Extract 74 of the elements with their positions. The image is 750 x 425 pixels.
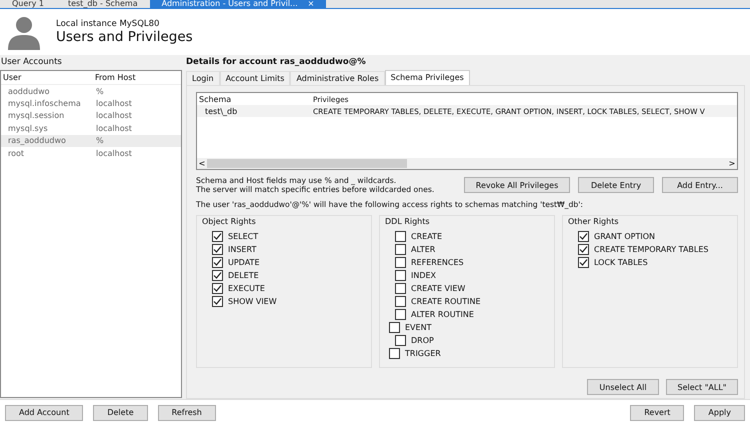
select-button[interactable]: Unselect All [587,379,659,395]
column-header[interactable]: User [1,73,91,82]
privilege-checkbox[interactable]: UPDATE [206,256,371,269]
user-silhouette-icon [6,14,42,50]
privilege-checkbox[interactable]: DROP [389,334,554,347]
checkbox[interactable] [395,270,406,281]
privilege-checkbox[interactable]: CREATE VIEW [389,282,554,295]
checkbox[interactable] [212,231,223,242]
checkbox[interactable] [395,257,406,268]
group-title: Object Rights [202,216,257,226]
entry-button[interactable]: Add Entry... [662,177,738,193]
privilege-checkbox[interactable]: GRANT OPTION [572,230,737,243]
column-header[interactable]: From Host [91,73,181,82]
section-label: User Accounts [0,56,63,69]
group-title: DDL Rights [385,216,431,226]
group-title: Other Rights [568,216,620,226]
entry-button[interactable]: Delete Entry [578,177,654,193]
account-button[interactable]: Add Account [5,404,84,420]
privilege-checkbox[interactable]: CREATE ROUTINE [389,295,554,308]
account-row[interactable]: ras_aoddudwo % [1,134,181,147]
tab[interactable]: Administrative Roles [290,71,385,85]
details-title: Details for account ras_aoddudwo@% [186,56,367,69]
checkbox[interactable] [212,257,223,268]
checkbox[interactable] [395,335,406,346]
checkbox[interactable] [578,257,589,268]
document-tab[interactable]: Query 1 [0,0,56,8]
account-row[interactable]: mysql.sys localhost [1,122,181,135]
privilege-checkbox[interactable]: SELECT [206,230,371,243]
checkbox[interactable] [395,231,406,242]
checkbox[interactable] [212,244,223,255]
footer-button[interactable]: Revert [630,404,684,420]
account-row[interactable]: root localhost [1,146,181,160]
checkbox[interactable] [395,296,406,307]
checkbox[interactable] [389,322,400,333]
privilege-checkbox[interactable]: ALTER ROUTINE [389,308,554,321]
select-button[interactable]: Select "ALL" [666,379,738,395]
privilege-checkbox[interactable]: DELETE [206,269,371,282]
account-row[interactable]: mysql.infoschema localhost [1,97,181,110]
horizontal-scrollbar[interactable]: < > [197,158,737,169]
privilege-checkbox[interactable]: SHOW VIEW [206,295,371,308]
close-icon[interactable]: × [308,0,314,8]
entry-button[interactable]: Revoke All Privileges [464,177,570,193]
document-tab[interactable]: Administration - Users and Privil... × [150,0,326,8]
tab[interactable]: Schema Privileges [384,70,470,85]
document-tab[interactable]: test_db - Schema [56,0,150,8]
privilege-checkbox[interactable]: EVENT [389,321,554,334]
checkbox[interactable] [395,244,406,255]
privilege-checkbox[interactable]: TRIGGER [389,347,554,360]
privilege-checkbox[interactable]: ALTER [389,243,554,256]
checkbox[interactable] [212,283,223,294]
privilege-checkbox[interactable]: EXECUTE [206,282,371,295]
privilege-checkbox[interactable]: INDEX [389,269,554,282]
checkbox[interactable] [578,244,589,255]
privilege-checkbox[interactable]: LOCK TABLES [572,256,737,269]
checkbox[interactable] [578,231,589,242]
privilege-checkbox[interactable]: INSERT [206,243,371,256]
checkbox[interactable] [212,270,223,281]
checkbox[interactable] [212,296,223,307]
checkbox[interactable] [395,309,406,320]
tab[interactable]: Login [186,71,220,85]
checkbox[interactable] [389,348,400,359]
account-button[interactable]: Delete [93,404,148,420]
privilege-checkbox[interactable]: CREATE TEMPORARY TABLES [572,243,737,256]
privilege-checkbox[interactable]: REFERENCES [389,256,554,269]
column-header[interactable]: Schema [197,94,307,104]
footer-button[interactable]: Apply [694,404,745,420]
account-button[interactable]: Refresh [158,404,216,420]
privilege-checkbox[interactable]: CREATE [389,230,554,243]
connection-name: Local instance MySQL80 [56,19,160,29]
page-title: Users and Privileges [56,29,193,45]
account-row[interactable]: mysql.session localhost [1,110,181,122]
tab[interactable]: Account Limits [220,71,290,85]
checkbox[interactable] [395,283,406,294]
account-row[interactable]: aoddudwo % [1,85,181,98]
